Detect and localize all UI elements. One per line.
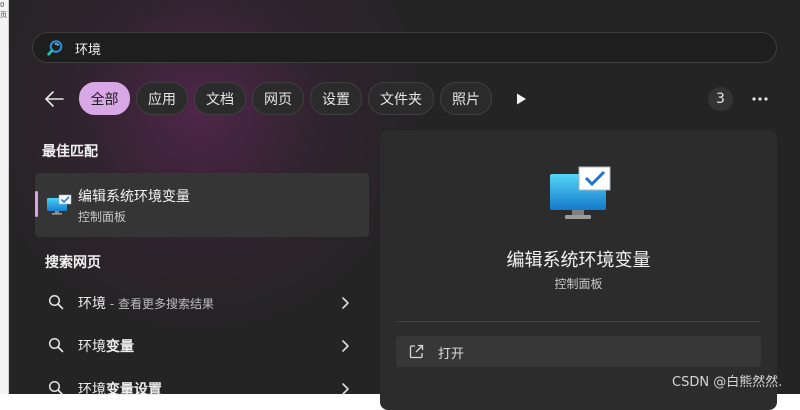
search-bar[interactable] xyxy=(32,32,777,63)
web-result-row[interactable]: 环境变量 xyxy=(35,326,369,366)
result-preview-panel: 编辑系统环境变量 控制面板 打开 xyxy=(380,130,777,410)
more-options-icon[interactable] xyxy=(750,96,770,102)
back-arrow-icon[interactable] xyxy=(43,88,65,110)
suggestion-completion: 变量 xyxy=(106,339,134,355)
web-result-row[interactable]: 环境 - 查看更多搜索结果 xyxy=(35,283,369,323)
filter-tab-settings[interactable]: 设置 xyxy=(310,82,362,115)
query-term: 环境 xyxy=(78,382,106,398)
web-search-heading: 搜索网页 xyxy=(45,255,101,271)
best-match-heading: 最佳匹配 xyxy=(42,144,98,160)
search-icon xyxy=(47,40,63,56)
magnifier-icon xyxy=(48,294,64,310)
play-more-filters-icon[interactable] xyxy=(514,92,528,106)
filter-tab-all[interactable]: 全部 xyxy=(79,82,130,115)
preview-divider xyxy=(397,321,761,322)
open-external-icon xyxy=(409,344,424,359)
best-match-subtitle: 控制面板 xyxy=(78,210,127,224)
filter-tab-web[interactable]: 网页 xyxy=(252,82,304,115)
chevron-right-icon xyxy=(342,340,349,352)
query-term: 环境 xyxy=(78,296,106,312)
web-result-row[interactable]: 环境变量设置 xyxy=(35,369,369,409)
filter-tab-apps[interactable]: 应用 xyxy=(136,82,188,115)
filter-tab-documents[interactable]: 文档 xyxy=(194,82,246,115)
edge-text-2: 页 xyxy=(0,11,7,19)
open-action-label: 打开 xyxy=(438,347,465,362)
result-count-badge: 3 xyxy=(708,87,733,111)
search-input[interactable] xyxy=(75,38,725,58)
chevron-right-icon xyxy=(342,297,349,309)
selection-accent xyxy=(35,191,38,217)
query-term: 环境 xyxy=(78,339,106,355)
preview-title: 编辑系统环境变量 xyxy=(506,250,651,271)
preview-subtitle: 控制面板 xyxy=(554,277,603,291)
suggestion-completion: 变量设置 xyxy=(106,382,162,398)
underlying-window-edge: 0 页 xyxy=(0,0,9,394)
open-action[interactable]: 打开 xyxy=(396,336,761,367)
web-result-text: 环境 - 查看更多搜索结果 xyxy=(78,293,214,313)
best-match-title: 编辑系统环境变量 xyxy=(78,189,190,205)
control-panel-monitor-icon xyxy=(47,194,72,215)
edge-text-1: 0 xyxy=(0,1,5,9)
web-result-text: 环境变量 xyxy=(78,336,134,356)
filter-tab-photos[interactable]: 照片 xyxy=(440,82,492,115)
control-panel-monitor-large-icon xyxy=(550,166,611,219)
best-match-result[interactable]: 编辑系统环境变量 控制面板 xyxy=(35,173,369,237)
filter-tab-folders[interactable]: 文件夹 xyxy=(368,82,434,115)
watermark: CSDN @白熊然然. xyxy=(672,375,783,390)
web-result-text: 环境变量设置 xyxy=(78,379,162,399)
result-suffix: - 查看更多搜索结果 xyxy=(106,297,214,311)
magnifier-icon xyxy=(48,337,64,353)
